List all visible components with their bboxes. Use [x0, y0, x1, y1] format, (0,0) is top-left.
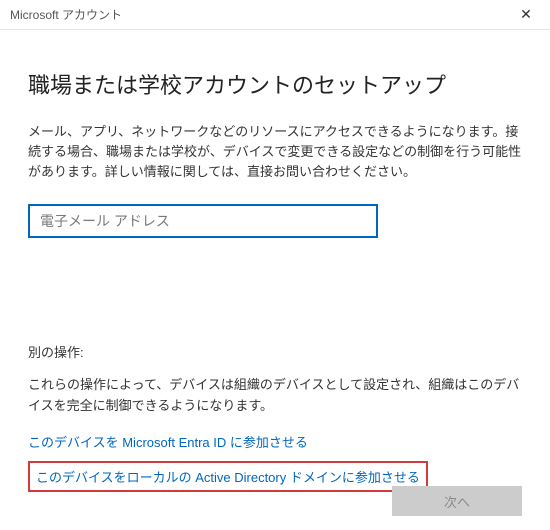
alternative-actions-label: 別の操作:	[28, 342, 522, 361]
email-input[interactable]	[28, 204, 378, 238]
close-icon: ✕	[520, 6, 532, 23]
title-text: Microsoft アカウント	[10, 6, 122, 23]
alternative-actions-section: 別の操作: これらの操作によって、デバイスは組織のデバイスとして設定され、組織は…	[28, 342, 522, 491]
footer: 次へ	[392, 486, 522, 516]
close-button[interactable]: ✕	[510, 2, 542, 28]
titlebar: Microsoft アカウント ✕	[0, 0, 550, 30]
next-button[interactable]: 次へ	[392, 486, 522, 516]
highlighted-link-frame: このデバイスをローカルの Active Directory ドメインに参加させる	[28, 461, 428, 492]
page-title: 職場または学校アカウントのセットアップ	[28, 68, 522, 100]
intro-description: メール、アプリ、ネットワークなどのリソースにアクセスできるようになります。接続す…	[28, 122, 522, 182]
alternative-actions-description: これらの操作によって、デバイスは組織のデバイスとして設定され、組織はこのデバイス…	[28, 375, 522, 415]
link-join-entra-id[interactable]: このデバイスを Microsoft Entra ID に参加させる	[28, 432, 522, 451]
content-area: 職場または学校アカウントのセットアップ メール、アプリ、ネットワークなどのリソー…	[0, 30, 550, 492]
link-join-local-ad-domain[interactable]: このデバイスをローカルの Active Directory ドメインに参加させる	[36, 467, 420, 486]
